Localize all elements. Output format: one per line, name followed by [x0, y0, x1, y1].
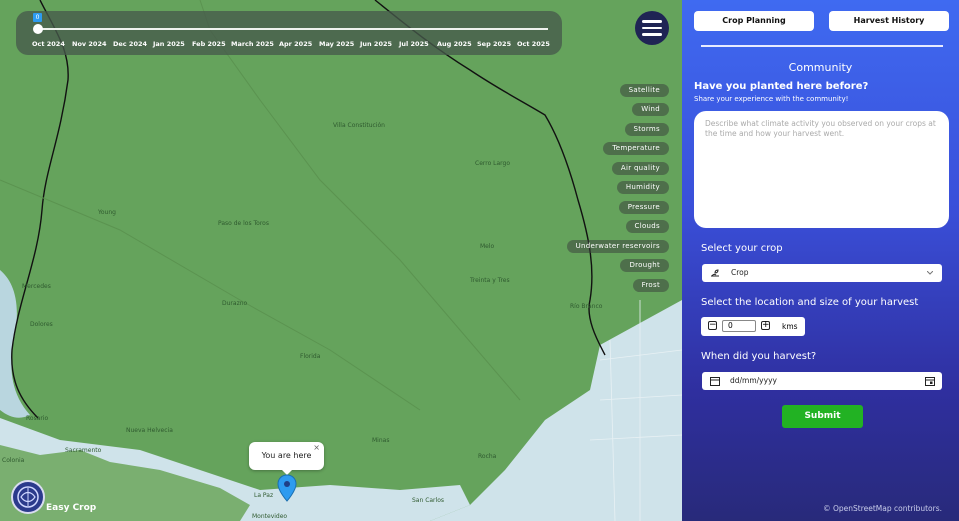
submit-button[interactable]: Submit: [782, 405, 863, 428]
timeline-month: Apr 2025: [279, 40, 313, 48]
panel-divider: [701, 45, 943, 47]
chevron-down-icon: [927, 271, 933, 275]
city-label: Minas: [372, 437, 389, 444]
city-label: Melo: [480, 243, 495, 250]
city-label: Florida: [300, 353, 321, 360]
timeline-month: Sep 2025: [477, 40, 512, 48]
menu-line: [642, 20, 662, 23]
date-placeholder: dd/mm/yyyy: [730, 376, 777, 385]
decrement-button[interactable]: −: [708, 321, 717, 330]
crop-select-value: Crop: [731, 268, 749, 277]
popup-close-icon[interactable]: ×: [313, 434, 320, 462]
timeline-month: Jun 2025: [360, 40, 393, 48]
city-label: Sacramento: [65, 447, 102, 454]
city-label: Rocha: [478, 453, 497, 460]
timeline-value-badge: 0: [33, 13, 42, 22]
timeline-month: March 2025: [231, 40, 274, 48]
location-pin-icon[interactable]: [277, 474, 297, 502]
layer-temperature-button[interactable]: Temperature: [603, 142, 669, 155]
increment-button[interactable]: +: [761, 321, 770, 330]
city-label: La Paz: [254, 492, 273, 499]
layer-humidity-button[interactable]: Humidity: [616, 181, 669, 194]
city-label: Dolores: [30, 321, 53, 328]
city-label: Colonia: [2, 457, 25, 464]
plant-hand-icon: [711, 269, 719, 277]
harvest-history-button[interactable]: Harvest History: [829, 11, 949, 31]
timeline-month: Dec 2024: [113, 40, 148, 48]
size-unit: kms: [782, 322, 798, 331]
city-label: Nueva Helvecia: [126, 427, 173, 434]
timeline-month: Aug 2025: [437, 40, 472, 48]
timeline-month: May 2025: [319, 40, 355, 48]
timeline-handle[interactable]: [33, 24, 43, 34]
size-stepper: − 0 + kms: [701, 317, 805, 336]
hamburger-menu-button[interactable]: [635, 11, 669, 45]
question-heading: Have you planted here before?: [694, 81, 869, 92]
layer-clouds-button[interactable]: Clouds: [625, 220, 669, 233]
calendar-picker-icon[interactable]: [925, 376, 935, 386]
timeline-month: Jul 2025: [399, 40, 429, 48]
layer-wind-button[interactable]: Wind: [632, 103, 669, 116]
layer-storms-button[interactable]: Storms: [624, 123, 669, 136]
layer-pressure-button[interactable]: Pressure: [618, 201, 669, 214]
menu-line: [642, 33, 662, 36]
question-subtitle: Share your experience with the community…: [694, 95, 849, 103]
location-popup: You are here ×: [249, 442, 324, 475]
city-label: Cerro Largo: [475, 160, 510, 167]
popup-text: You are here: [261, 451, 312, 460]
city-label: Paso de los Toros: [218, 220, 269, 227]
city-label: Durazno: [222, 300, 248, 307]
map-area[interactable]: Sacramento Young Rosario Dolores Mercede…: [0, 0, 682, 521]
city-label: Villa Constitución: [333, 122, 385, 129]
timeline-month: Nov 2024: [72, 40, 107, 48]
city-label: San Carlos: [412, 497, 444, 504]
map-base: Sacramento Young Rosario Dolores Mercede…: [0, 0, 682, 521]
city-label: Montevideo: [252, 513, 287, 520]
timeline-track[interactable]: [38, 28, 548, 30]
city-label: Rosario: [26, 415, 49, 422]
layer-underwater-reservoirs-button[interactable]: Underwater reservoirs: [566, 240, 669, 253]
city-label: Young: [97, 209, 116, 216]
brand-name: Easy Crop: [46, 503, 97, 513]
easy-crop-logo-icon: [11, 480, 45, 514]
timeline-month: Feb 2025: [192, 40, 226, 48]
community-title: Community: [788, 61, 853, 74]
crop-planning-button[interactable]: Crop Planning: [694, 11, 814, 31]
layer-air-quality-button[interactable]: Air quality: [611, 162, 669, 175]
date-label: When did you harvest?: [701, 351, 817, 362]
crop-label: Select your crop: [701, 243, 783, 254]
timeline-month: Oct 2024: [32, 40, 65, 48]
menu-line: [642, 26, 662, 30]
city-label: Mercedes: [22, 283, 51, 290]
timeline-month: Oct 2025: [517, 40, 550, 48]
size-input[interactable]: 0: [722, 320, 756, 332]
calendar-icon: [710, 377, 720, 386]
harvest-date-input[interactable]: dd/mm/yyyy: [702, 372, 942, 390]
city-label: Treinta y Tres: [469, 277, 510, 284]
experience-textarea[interactable]: Describe what climate activity you obser…: [694, 111, 949, 228]
side-panel: Crop Planning Harvest History Community …: [682, 0, 959, 521]
crop-select[interactable]: Crop: [702, 264, 942, 282]
timeline-month: Jan 2025: [153, 40, 185, 48]
city-label: Río Branco: [570, 303, 603, 310]
layer-satellite-button[interactable]: Satellite: [619, 84, 669, 97]
location-label: Select the location and size of your har…: [701, 297, 919, 308]
globe-leaf-icon: [17, 486, 39, 508]
map-attribution: © OpenStreetMap contributors.: [823, 504, 942, 513]
layer-frost-button[interactable]: Frost: [632, 279, 669, 292]
layer-drought-button[interactable]: Drought: [620, 259, 669, 272]
timeline-slider[interactable]: 0 Oct 2024 Nov 2024 Dec 2024 Jan 2025 Fe…: [16, 11, 562, 55]
